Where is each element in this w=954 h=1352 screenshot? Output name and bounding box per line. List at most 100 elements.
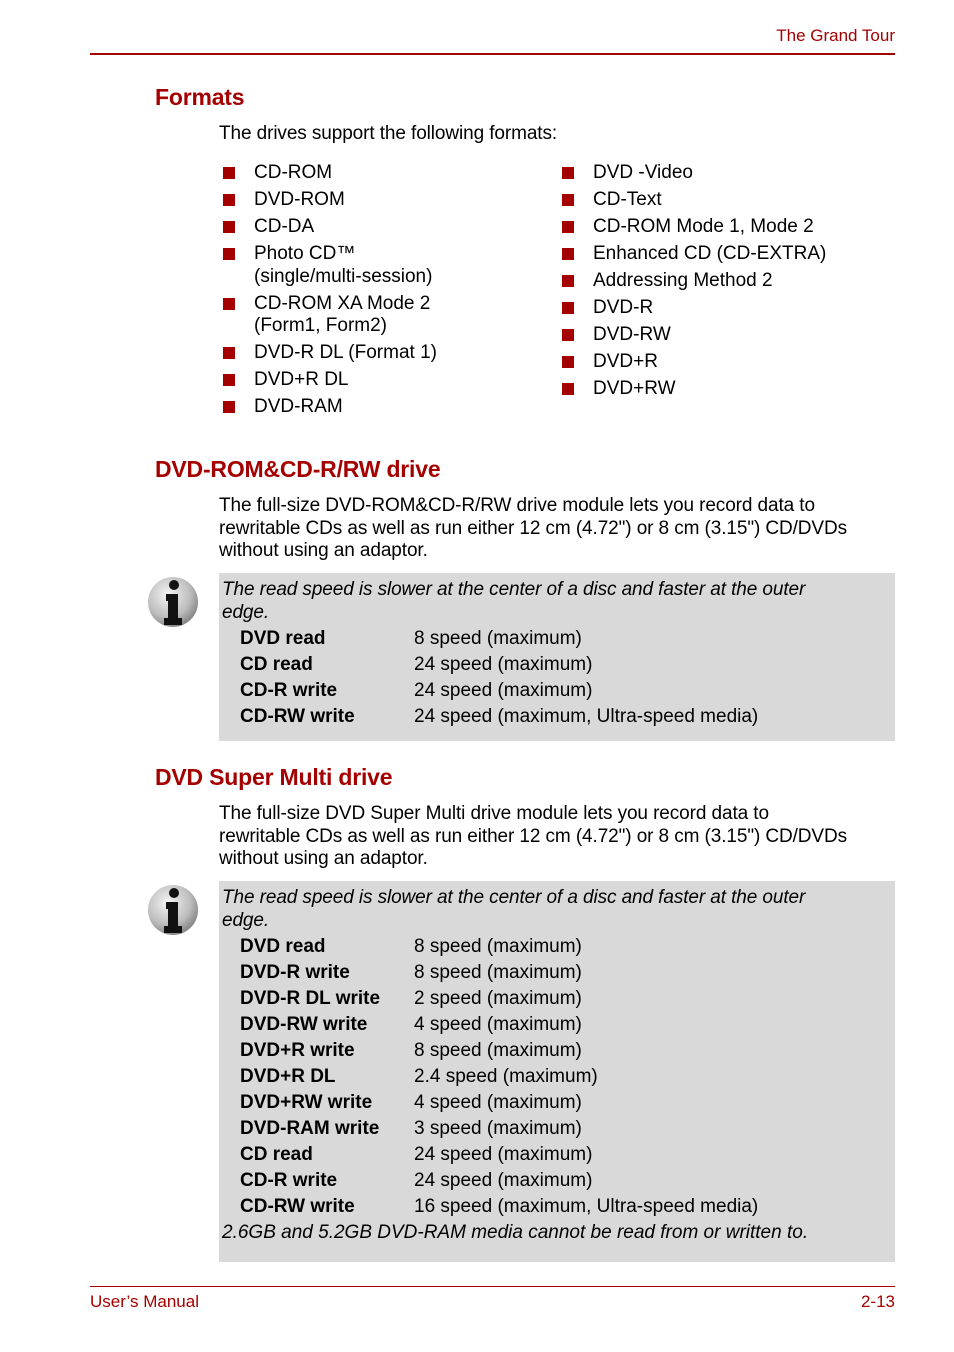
format-label: CD-ROM Mode 1, Mode 2 <box>593 216 814 237</box>
info-icon <box>147 883 201 937</box>
note-text-line: edge. <box>222 909 270 931</box>
square-bullet-icon <box>562 383 574 395</box>
format-list-item: DVD+R DL <box>220 369 540 392</box>
format-label: DVD-RAM <box>254 396 343 417</box>
format-label: CD-ROM XA Mode 2 <box>254 292 431 314</box>
format-label: DVD-ROM <box>254 189 345 210</box>
format-label: CD-ROM <box>254 162 333 183</box>
speed-label: DVD+R DL <box>240 1066 336 1087</box>
format-label: DVD -Video <box>593 162 693 183</box>
speed-value: 8 speed (maximum) <box>414 1040 582 1061</box>
square-bullet-icon <box>562 167 574 179</box>
square-bullet-icon <box>562 275 574 287</box>
format-list-item: DVD-R DL (Format 1) <box>220 342 540 365</box>
paragraph-line: rewritable CDs as well as run either 12 … <box>219 517 848 539</box>
square-bullet-icon <box>223 374 235 386</box>
formats-list-right: DVD -Video CD-Text CD-ROM Mode 1, Mode 2 En… <box>559 162 919 405</box>
speed-row: DVD+R DL 2.4 speed (maximum) <box>240 1064 758 1090</box>
dvdrom-speed-note: The read speed is slower at the center o… <box>219 573 895 741</box>
speed-row: DVD+R write 8 speed (maximum) <box>240 1038 758 1064</box>
format-list-item: DVD+R <box>559 351 919 374</box>
speed-row: DVD read 8 speed (maximum) <box>240 626 758 652</box>
square-bullet-icon <box>562 356 574 368</box>
format-label: (Form1, Form2) <box>254 315 387 336</box>
square-bullet-icon <box>223 297 235 310</box>
speed-row: DVD-R DL write 2 speed (maximum) <box>240 986 758 1012</box>
speed-row: CD-R write 24 speed (maximum) <box>240 1168 758 1194</box>
speed-row: DVD-RW write 4 speed (maximum) <box>240 1012 758 1038</box>
speed-label: CD read <box>240 654 313 675</box>
format-list-item: DVD-R <box>559 297 919 320</box>
speed-value: 24 speed (maximum) <box>414 1144 593 1165</box>
format-label: (single/multi-session) <box>254 265 433 287</box>
speed-row: DVD-R write 8 speed (maximum) <box>240 960 758 986</box>
speed-label: DVD-RAM write <box>240 1118 380 1139</box>
format-list-item: CD-Text <box>559 189 919 212</box>
speed-value: 8 speed (maximum) <box>414 936 582 957</box>
format-list-item: DVD+RW <box>559 378 919 401</box>
format-label: DVD-RW <box>593 324 671 345</box>
speed-value: 2 speed (maximum) <box>414 988 582 1009</box>
format-label: DVD+R <box>593 351 658 372</box>
note-footnote: 2.6GB and 5.2GB DVD-RAM media cannot be … <box>222 1222 809 1243</box>
square-bullet-icon <box>223 167 235 179</box>
format-label: DVD+RW <box>593 378 676 399</box>
square-bullet-icon <box>223 221 235 233</box>
speed-row: CD read 24 speed (maximum) <box>240 1142 758 1168</box>
speed-row: CD-RW write 24 speed (maximum, Ultra-spee… <box>240 704 758 730</box>
square-bullet-icon <box>562 248 574 260</box>
speed-value: 4 speed (maximum) <box>414 1014 582 1035</box>
speed-label: CD-RW write <box>240 706 355 727</box>
formats-list-left: CD-ROM DVD-ROM CD-DA Photo CD™ (single/multi… <box>220 162 540 423</box>
speed-value: 16 speed (maximum, Ultra-speed media) <box>414 1196 759 1217</box>
square-bullet-icon <box>223 347 235 359</box>
format-label: Enhanced CD (CD-EXTRA) <box>593 243 827 264</box>
speed-label: DVD read <box>240 936 326 957</box>
speed-value: 8 speed (maximum) <box>414 962 582 983</box>
square-bullet-icon <box>562 221 574 233</box>
info-icon <box>147 575 201 629</box>
super-multi-paragraph: The full-size DVD Super Multi drive modu… <box>219 803 909 871</box>
square-bullet-icon <box>562 329 574 341</box>
format-list-item: DVD-RAM <box>220 396 540 419</box>
format-list-item: DVD-ROM <box>220 189 540 212</box>
format-list-item: DVD -Video <box>559 162 919 185</box>
format-list-item: CD-ROM Mode 1, Mode 2 <box>559 216 919 239</box>
speed-label: CD read <box>240 1144 313 1165</box>
speed-row: DVD+RW write 4 speed (maximum) <box>240 1090 758 1116</box>
speed-table: DVD read 8 speed (maximum) DVD-R write 8 sp… <box>240 934 758 1220</box>
format-list-item: Addressing Method 2 <box>559 270 919 293</box>
speed-label: DVD+R write <box>240 1040 355 1061</box>
square-bullet-icon <box>562 302 574 314</box>
paragraph-line: rewritable CDs as well as run either 12 … <box>219 825 848 847</box>
super-multi-speed-note: The read speed is slower at the center o… <box>219 881 895 1262</box>
format-list-item: Enhanced CD (CD-EXTRA) <box>559 243 919 266</box>
page-number: 2-13 <box>860 1292 895 1311</box>
speed-value: 4 speed (maximum) <box>414 1092 582 1113</box>
speed-label: DVD-R write <box>240 962 350 983</box>
square-bullet-icon <box>562 194 574 206</box>
speed-value: 24 speed (maximum) <box>414 680 593 701</box>
square-bullet-icon <box>223 248 235 260</box>
footer-manual-title: User’s Manual <box>90 1292 199 1311</box>
speed-value: 24 speed (maximum) <box>414 654 593 675</box>
dvdrom-cdrw-heading: DVD-ROM&CD-R/RW drive <box>155 456 441 482</box>
format-list-item: CD-ROM XA Mode 2 (Form1, Form2) <box>220 293 540 338</box>
speed-value: 3 speed (maximum) <box>414 1118 582 1139</box>
super-multi-heading: DVD Super Multi drive <box>155 764 393 790</box>
format-label: DVD+R DL <box>254 369 349 390</box>
square-bullet-icon <box>223 194 235 206</box>
header-rule <box>90 53 895 55</box>
speed-label: DVD-R DL write <box>240 988 381 1009</box>
paragraph-line: without using an adaptor. <box>219 848 428 869</box>
format-label: Addressing Method 2 <box>593 270 773 291</box>
speed-value: 24 speed (maximum) <box>414 1170 593 1191</box>
speed-label: CD-RW write <box>240 1196 355 1217</box>
speed-label: CD-R write <box>240 680 338 701</box>
speed-row: CD-RW write 16 speed (maximum, Ultra-spee… <box>240 1194 758 1220</box>
note-text-line: edge. <box>222 601 270 623</box>
speed-label: DVD-RW write <box>240 1014 368 1035</box>
format-label: CD-Text <box>593 189 662 210</box>
speed-label: DVD+RW write <box>240 1092 373 1113</box>
speed-row: DVD read 8 speed (maximum) <box>240 934 758 960</box>
